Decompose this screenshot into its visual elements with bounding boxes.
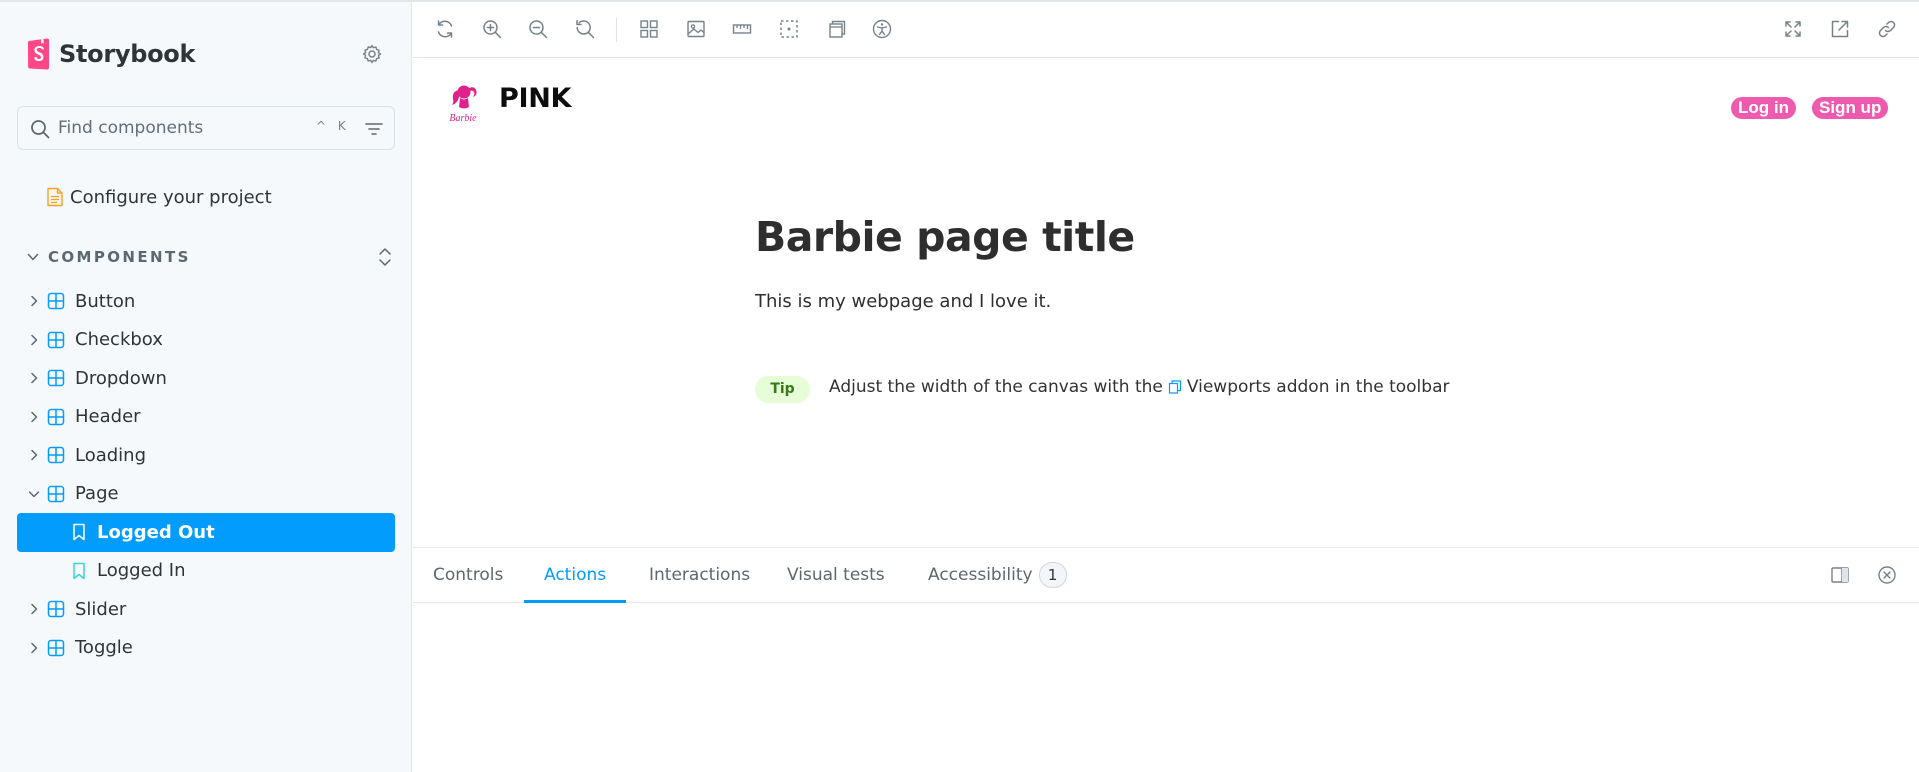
tab-interactions[interactable]: Interactions — [629, 548, 770, 603]
component-icon — [47, 370, 65, 387]
tree-item-label: Loading — [75, 444, 147, 466]
tree-item-logged-out[interactable]: Logged Out — [17, 513, 395, 552]
tip-text: Adjust the width of the canvas with the … — [829, 377, 1449, 397]
tree-item-label: Slider — [75, 598, 127, 620]
tip-text-before: Adjust the width of the canvas with the — [829, 377, 1163, 397]
chevron-right-icon — [31, 296, 38, 307]
component-tree: Button Checkbox Dropdown Header Loading — [17, 282, 395, 667]
open-new-tab-icon[interactable] — [1829, 18, 1851, 40]
barbie-logo: Barbie — [449, 85, 477, 124]
tree-item-label: Logged In — [97, 560, 186, 582]
tip-text-after: Viewports addon in the toolbar — [1186, 377, 1450, 397]
site-title: PINK — [499, 83, 572, 114]
accessibility-count-badge: 1 — [1038, 562, 1067, 588]
zoom-out-icon[interactable] — [527, 18, 549, 40]
chevron-down-icon — [28, 491, 40, 497]
component-icon — [47, 447, 65, 464]
fullscreen-icon[interactable] — [1782, 18, 1804, 40]
tree-item-label: Logged Out — [97, 521, 215, 543]
measure-icon[interactable] — [731, 18, 753, 40]
tree-item-dropdown[interactable]: Dropdown — [17, 359, 395, 398]
tab-visual-tests[interactable]: Visual tests — [767, 548, 905, 603]
chevron-right-icon — [31, 604, 38, 615]
tree-item-toggle[interactable]: Toggle — [17, 629, 395, 668]
zoom-reset-icon[interactable] — [574, 18, 596, 40]
actions-panel-content — [413, 604, 1919, 772]
expand-collapse-all-icon[interactable] — [374, 245, 396, 269]
toolbar-divider — [616, 18, 617, 42]
copy-link-icon[interactable] — [1876, 18, 1898, 40]
chevron-right-icon — [31, 642, 38, 653]
component-icon — [47, 601, 65, 618]
search-shortcut: ^ K — [316, 119, 350, 133]
close-panel-icon[interactable] — [1876, 564, 1898, 586]
component-icon — [47, 331, 65, 348]
tree-item-checkbox[interactable]: Checkbox — [17, 321, 395, 360]
storybook-logo-icon — [28, 38, 49, 70]
chevron-right-icon — [31, 334, 38, 345]
filter-icon[interactable] — [363, 118, 385, 140]
tree-item-button[interactable]: Button — [17, 282, 395, 321]
bookmark-icon — [73, 524, 85, 541]
log-in-button[interactable]: Log in — [1731, 97, 1796, 119]
chevron-right-icon — [31, 450, 38, 461]
document-icon — [47, 187, 63, 207]
component-icon — [47, 293, 65, 310]
reload-icon[interactable] — [434, 18, 456, 40]
tree-item-label: Header — [75, 406, 141, 428]
sign-up-button[interactable]: Sign up — [1812, 97, 1889, 119]
zoom-in-icon[interactable] — [481, 18, 503, 40]
component-icon — [47, 408, 65, 425]
tree-item-header[interactable]: Header — [17, 398, 395, 437]
addon-tabs: Controls Actions Interactions Visual tes… — [413, 548, 1919, 603]
tree-item-loading[interactable]: Loading — [17, 436, 395, 475]
chevron-right-icon — [31, 373, 38, 384]
chevron-down-icon — [27, 253, 39, 261]
tab-accessibility[interactable]: Accessibility 1 — [908, 548, 1087, 603]
page-title: Barbie page title — [755, 213, 1135, 261]
barbie-logo-text: Barbie — [449, 113, 477, 124]
component-icon — [47, 639, 65, 656]
brand[interactable]: Storybook — [27, 37, 195, 71]
tree-item-slider[interactable]: Slider — [17, 590, 395, 629]
component-icon — [47, 485, 65, 502]
search-box: ^ K — [17, 106, 395, 150]
tree-item-label: Dropdown — [75, 367, 167, 389]
canvas-toolbar — [413, 2, 1919, 58]
tree-item-label: Checkbox — [75, 329, 163, 351]
sidebar: Storybook ^ K — [0, 2, 412, 772]
accessibility-icon[interactable] — [871, 18, 893, 40]
bookmark-icon — [73, 562, 85, 579]
components-section-header[interactable]: COMPONENTS — [26, 245, 396, 269]
brand-name: Storybook — [59, 40, 196, 68]
tree-item-label: Page — [75, 483, 119, 505]
tab-controls[interactable]: Controls — [413, 548, 523, 603]
grid-icon[interactable] — [638, 18, 660, 40]
search-input[interactable] — [58, 107, 318, 149]
panel-position-icon[interactable] — [1829, 564, 1851, 586]
tree-item-logged-in[interactable]: Logged In — [17, 552, 395, 591]
tree-item-label: Toggle — [75, 637, 133, 659]
configure-project-label: Configure your project — [70, 186, 272, 208]
viewport-icon[interactable] — [825, 18, 847, 40]
gear-icon[interactable] — [361, 43, 383, 65]
viewport-icon — [1168, 380, 1181, 394]
background-icon[interactable] — [685, 18, 707, 40]
configure-project-link[interactable]: Configure your project — [46, 183, 272, 211]
addon-panel: Controls Actions Interactions Visual tes… — [413, 547, 1919, 772]
components-section-title: COMPONENTS — [48, 248, 191, 266]
outline-icon[interactable] — [778, 18, 800, 40]
search-icon — [31, 120, 50, 139]
tip-badge: Tip — [755, 376, 810, 403]
preview-canvas: Barbie PINK Log in Sign up Barbie page t… — [413, 59, 1919, 547]
chevron-right-icon — [31, 411, 38, 422]
tab-actions[interactable]: Actions — [524, 548, 627, 603]
tree-item-page[interactable]: Page — [17, 475, 395, 514]
tab-accessibility-label: Accessibility — [928, 565, 1033, 585]
page-description: This is my webpage and I love it. — [755, 291, 1052, 312]
storybook-app: Storybook ^ K — [0, 0, 1919, 772]
tree-item-label: Button — [75, 290, 136, 312]
